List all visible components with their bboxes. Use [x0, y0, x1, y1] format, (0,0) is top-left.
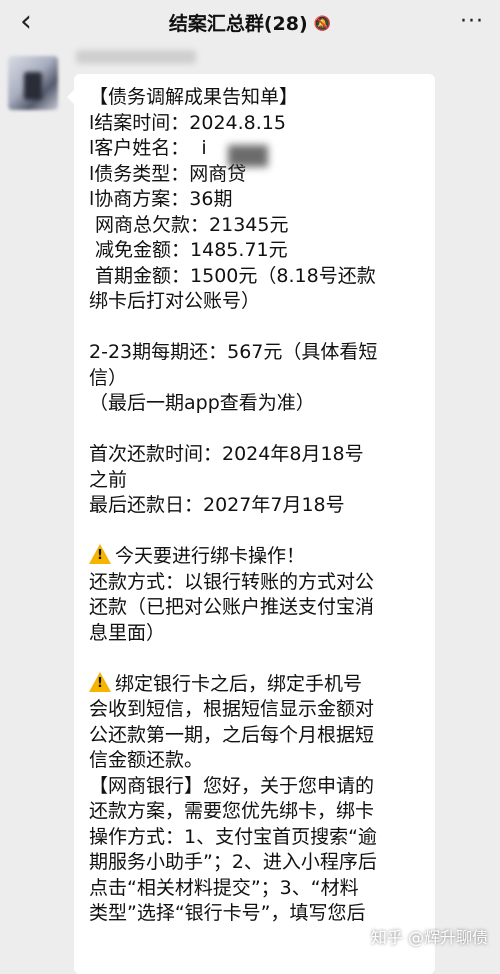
- group-name: 结案汇总群(28): [168, 13, 308, 35]
- message-line: 今天要进行绑卡操作！: [89, 544, 434, 570]
- message-line: 最后还款日：2027年7月18号: [89, 494, 345, 516]
- chat-title: 结案汇总群(28) 🔕: [0, 10, 500, 38]
- message-line: 还款方式：以银行转账的方式对公: [89, 570, 375, 593]
- message-line: 操作方式：1、支付宝首页搜索“逾: [89, 825, 377, 848]
- message-line: 减免金额：1485.71元: [89, 239, 288, 261]
- message-line: 2-23期每期还：567元（具体看短: [89, 341, 378, 363]
- warning-icon: [89, 671, 111, 692]
- message-line: l协商方案：36期: [89, 188, 233, 210]
- message-line: 【债务调解成果告知单】: [89, 86, 299, 108]
- message-line: 网商总欠款：21345元: [89, 213, 289, 236]
- message-line: 类型”选择“银行卡号”，填写您后: [89, 902, 366, 924]
- message-text: 【债务调解成果告知单】 l结案时间：2024.8.15 l客户姓名： i l债务类型：…: [89, 85, 434, 927]
- message-line: 会收到短信，根据短信显示金额对: [89, 698, 375, 720]
- message-line: [89, 646, 434, 672]
- message-line: 还款（已把对公账户推送支付宝消: [89, 596, 375, 618]
- message-line: [89, 417, 434, 443]
- message-line: [89, 519, 434, 545]
- message-line: l结案时间：2024.8.15: [89, 111, 286, 134]
- warning-icon: [89, 544, 111, 564]
- message-line: 期服务小助手”；2、进入小程序后: [89, 851, 377, 873]
- message-line: 绑定银行卡之后，绑定手机号: [89, 671, 434, 698]
- watermark: 知乎 @辉升聊债: [370, 928, 488, 947]
- message-line: 【网商银行】您好，关于您申请的: [89, 774, 375, 797]
- ellipsis-icon[interactable]: ···: [460, 11, 488, 33]
- sender-name-blurred: [76, 50, 196, 64]
- redacted-name: [228, 145, 268, 167]
- chat-header: ‹ 结案汇总群(28) 🔕 ···: [0, 0, 500, 48]
- avatar-blur-overlay: [24, 72, 42, 100]
- message-line: 首次还款时间：2024年8月18号: [89, 443, 364, 465]
- message-line: 公还款第一期，之后每个月根据短: [89, 723, 375, 746]
- message-line: 信金额还款。: [89, 749, 204, 771]
- message-line: 首期金额：1500元（8.18号还款: [89, 264, 376, 287]
- bell-off-icon: 🔕: [313, 16, 332, 32]
- message-line: 之前: [89, 468, 128, 491]
- message-line: （最后一期app查看为准）: [89, 392, 315, 414]
- message-line: 息里面）: [89, 621, 166, 644]
- message-line: 信）: [89, 366, 128, 389]
- message-line: 还款方案，需要您优先绑卡，绑卡: [89, 800, 375, 822]
- message-line: 点击“相关材料提交”；3、“材料: [89, 876, 359, 899]
- message-line: [89, 315, 434, 341]
- message-line: 绑卡后打对公账号）: [89, 290, 261, 312]
